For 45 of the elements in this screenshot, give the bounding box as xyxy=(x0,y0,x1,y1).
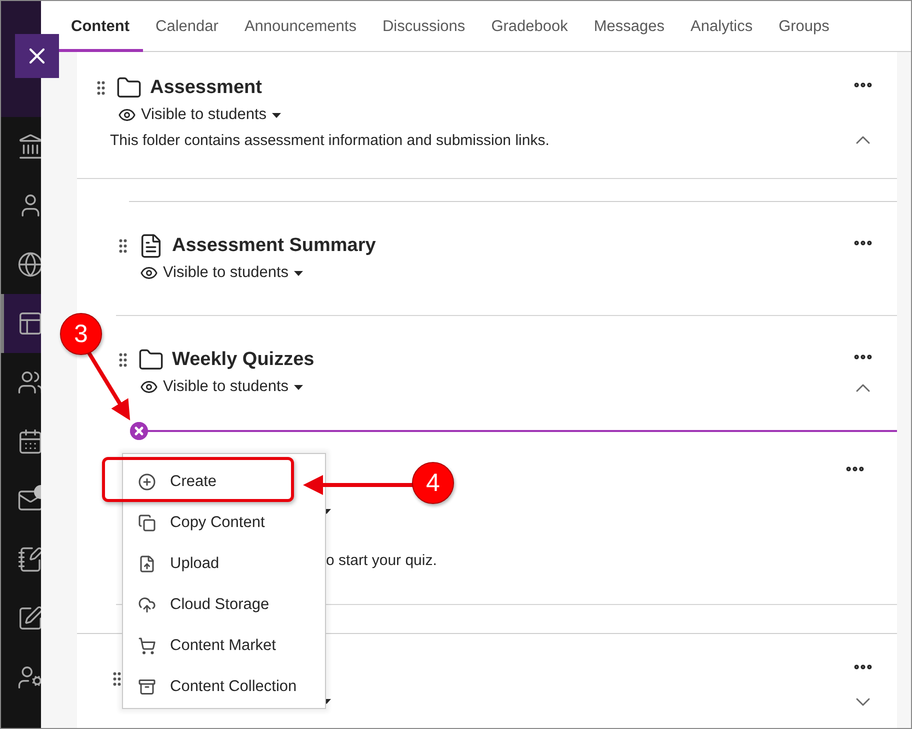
edit-icon xyxy=(17,605,41,632)
eye-icon xyxy=(118,106,136,124)
nav-item[interactable] xyxy=(1,294,41,353)
menu-item[interactable]: Cloud Storage xyxy=(123,588,278,621)
insert-marker-icon[interactable] xyxy=(130,422,148,440)
item-description: This folder contains assessment information and submission links. xyxy=(109,130,550,150)
menu-item[interactable]: Upload xyxy=(123,547,228,580)
courses-icon xyxy=(17,310,41,337)
visibility-dropdown[interactable]: Visible to students xyxy=(140,378,303,396)
visibility-dropdown[interactable]: Visible to students xyxy=(118,106,281,124)
caret-down-icon xyxy=(294,384,303,390)
tab[interactable]: Calendar xyxy=(142,1,232,52)
close-button[interactable] xyxy=(15,34,59,78)
tab[interactable]: Analytics xyxy=(678,1,766,52)
cart-icon xyxy=(138,636,156,654)
item-title[interactable]: Weekly Quizzes xyxy=(172,349,314,371)
file-upload-icon xyxy=(138,554,156,572)
institution-icon xyxy=(17,133,41,160)
tab[interactable]: Messages xyxy=(580,1,678,52)
tab[interactable]: Announcements xyxy=(231,1,370,52)
item-title[interactable]: Assessment Summary xyxy=(172,235,376,257)
item-title[interactable]: Assessment xyxy=(150,77,262,99)
eye-icon xyxy=(140,264,158,282)
cloud-upload-icon xyxy=(138,596,156,614)
menu-item[interactable]: Content Market xyxy=(123,629,284,662)
notebook-icon xyxy=(17,546,41,573)
item-description: o start your quiz. xyxy=(326,550,437,570)
visibility-dropdown[interactable]: Visible to students xyxy=(140,264,303,282)
callout-arrow xyxy=(87,352,130,420)
calendar-icon xyxy=(17,428,41,455)
user-gear-icon xyxy=(17,664,41,691)
archive-icon xyxy=(138,678,156,696)
caret-down-icon xyxy=(294,270,303,276)
caret-down-icon xyxy=(272,112,281,118)
globe-icon xyxy=(17,251,41,278)
tab[interactable]: Gradebook xyxy=(478,1,581,52)
menu-item[interactable]: Content Collection xyxy=(123,670,305,703)
people-icon xyxy=(17,369,41,396)
tab[interactable]: Discussions xyxy=(369,1,478,52)
copy-icon xyxy=(138,514,156,532)
menu-item[interactable]: Copy Content xyxy=(123,506,273,539)
tab[interactable]: Groups xyxy=(766,1,842,52)
plus-circle-icon xyxy=(138,472,156,490)
eye-icon xyxy=(140,378,158,396)
menu-item[interactable]: Create xyxy=(123,465,225,498)
